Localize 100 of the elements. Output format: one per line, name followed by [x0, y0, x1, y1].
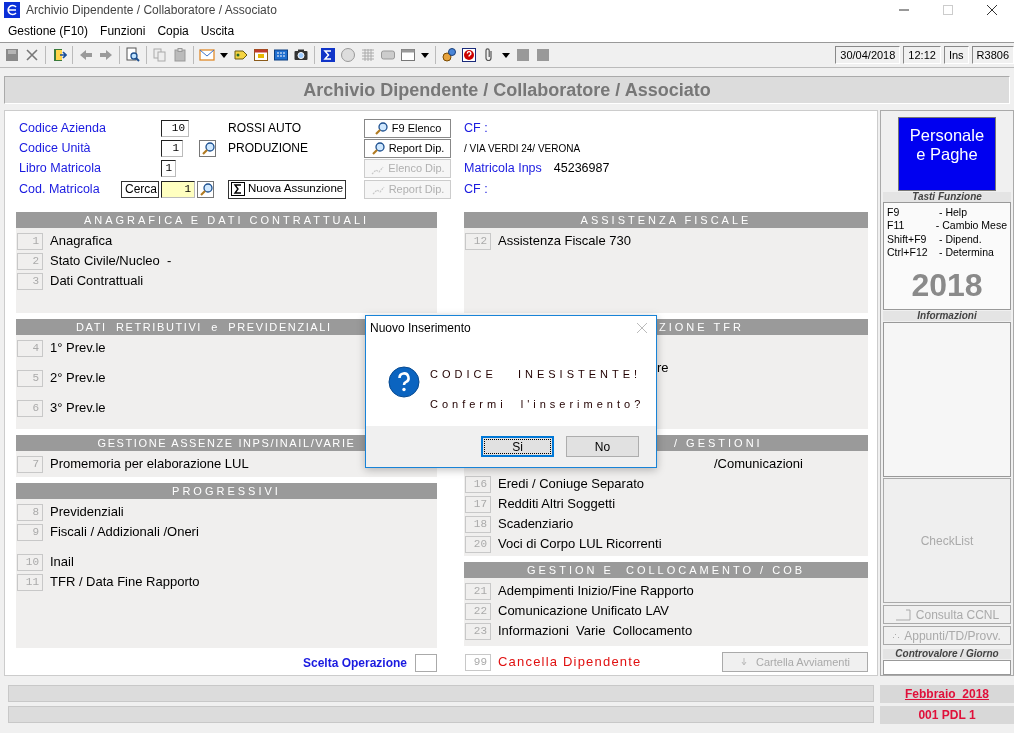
shortcut-key: F11 — [887, 219, 936, 233]
section-header: ANAGRAFICA E DATI CONTRATTUALI — [16, 212, 437, 228]
arrow-down-icon — [740, 657, 748, 667]
panel-icon[interactable] — [380, 47, 396, 63]
document-search-icon[interactable] — [125, 47, 141, 63]
input-field[interactable]: 1 — [161, 160, 176, 178]
option-number: 9 — [17, 523, 43, 541]
dialog-button[interactable]: No — [566, 436, 639, 457]
help-icon[interactable] — [461, 47, 477, 63]
option-number: 16 — [465, 475, 491, 493]
question-icon — [388, 366, 420, 398]
option-label: Inail — [50, 553, 74, 572]
menu-item[interactable]: Uscita — [194, 22, 241, 40]
field-label: Codice Azienda — [19, 119, 107, 137]
search-icon — [198, 182, 213, 197]
option-number: 11 — [17, 573, 43, 591]
option-number: 99 — [465, 653, 491, 671]
menu-item[interactable]: Funzioni — [94, 22, 152, 40]
paste-icon[interactable] — [172, 47, 188, 63]
option-number: 1 — [17, 232, 43, 250]
option-number: 5 — [17, 369, 43, 387]
sigma-icon — [231, 182, 245, 197]
option-label: Promemoria per elaborazione LUL — [50, 455, 249, 474]
dialog-button[interactable]: Si — [481, 436, 554, 457]
option-label: TFR / Data Fine Rapporto — [50, 573, 200, 592]
option-label: Fiscali / Addizionali /Oneri — [50, 523, 199, 542]
search-button[interactable]: Cerca — [121, 180, 159, 198]
section-label: Informazioni — [883, 310, 1011, 321]
search-icon — [373, 121, 388, 136]
field-label: Scelta Operazione — [302, 655, 407, 672]
shortcut-text: - Determina — [939, 246, 994, 260]
menu-item[interactable]: Copia — [151, 22, 195, 40]
field-label: Libro Matricola — [19, 160, 102, 178]
option-number: 8 — [17, 503, 43, 521]
info-label: Matricola Inps — [464, 160, 542, 178]
office-text: 001 PDL 1 — [880, 706, 1014, 724]
exit-icon[interactable] — [51, 47, 67, 63]
save-icon[interactable] — [4, 47, 20, 63]
option-label: Eredi / Coniuge Separato — [498, 475, 644, 494]
option-number: 12 — [465, 232, 491, 250]
menu-item[interactable]: Gestione (F10) — [2, 22, 95, 40]
dots-icon — [893, 633, 900, 638]
form-button[interactable]: Report Dip. — [364, 138, 451, 158]
square-icon[interactable] — [535, 47, 551, 63]
option-label: re — [657, 359, 669, 378]
book-icon — [894, 608, 911, 621]
option-number: 21 — [465, 582, 491, 600]
option-number: 23 — [465, 622, 491, 640]
shortcut-text: - Cambio Mese — [935, 219, 1007, 233]
option-label: Stato Civile/Nucleo - — [50, 252, 172, 271]
shortcut-text: - Dipend. — [939, 232, 982, 247]
option-label: Comunicazione Unificato LAV — [498, 602, 669, 621]
option-number: 7 — [17, 455, 43, 473]
shortcut-text: - Help — [939, 205, 967, 220]
search-button[interactable] — [199, 139, 216, 157]
company-text: ROSSI AUTO — [228, 120, 303, 138]
close-icon[interactable] — [986, 4, 998, 16]
option-label: Assistenza Fiscale 730 — [498, 232, 631, 251]
search-button[interactable] — [197, 180, 214, 198]
option-label: Scadenziario — [498, 515, 574, 534]
search-icon — [200, 141, 215, 156]
window-icon[interactable] — [400, 47, 416, 63]
input-field[interactable]: 1 — [161, 139, 183, 157]
sigma-icon[interactable] — [320, 47, 336, 63]
logo: Personale e Paghe — [898, 117, 996, 191]
form-button[interactable]: F9 Elenco — [364, 118, 451, 138]
option-label: Anagrafica — [50, 232, 113, 251]
search-icon — [370, 141, 385, 156]
option-number: 6 — [17, 399, 43, 417]
input-field[interactable] — [415, 654, 437, 672]
option-number: 22 — [465, 602, 491, 620]
section-label: Controvalore / Giorno — [883, 649, 1011, 660]
option-number: 10 — [17, 553, 43, 571]
keyboard-icon[interactable] — [273, 47, 289, 63]
option-label: Dati Contrattuali — [50, 272, 144, 291]
window-title: Archivio Dipendente / Collaboratore / Associato — [26, 2, 277, 19]
dialog-message: Confermi l'inserimento? — [430, 396, 645, 412]
action-button[interactable]: Nuova Assunzione — [228, 179, 347, 199]
section-header: PROGRESSIVI — [16, 483, 437, 499]
field-label: Codice Unità — [19, 140, 92, 158]
input-field[interactable]: 1 — [161, 180, 195, 198]
option-label: 3° Prev.le — [50, 399, 106, 418]
option-number: 17 — [465, 495, 491, 513]
info-label: CF : — [464, 119, 488, 137]
company-text: PRODUZIONE — [228, 140, 309, 158]
status-field: 30/04/2018 — [835, 46, 901, 64]
gears-icon[interactable] — [441, 47, 457, 63]
arrow-right-icon[interactable] — [98, 47, 114, 63]
tag-icon[interactable] — [233, 47, 249, 63]
section-header: ASSISTENZA FISCALE — [464, 212, 868, 228]
option-number: 2 — [17, 252, 43, 270]
input-field[interactable]: 10 — [161, 119, 189, 137]
option-label: 2° Prev.le — [50, 369, 106, 388]
arrow-left-icon[interactable] — [78, 47, 94, 63]
dialog-message: CODICE INESISTENTE! — [430, 367, 643, 382]
camera-icon[interactable] — [293, 47, 309, 63]
status-field: 12:12 — [903, 46, 941, 64]
option-number: 18 — [465, 515, 491, 533]
info-text: 45236987 — [553, 160, 610, 178]
calendar-icon[interactable] — [253, 47, 269, 63]
